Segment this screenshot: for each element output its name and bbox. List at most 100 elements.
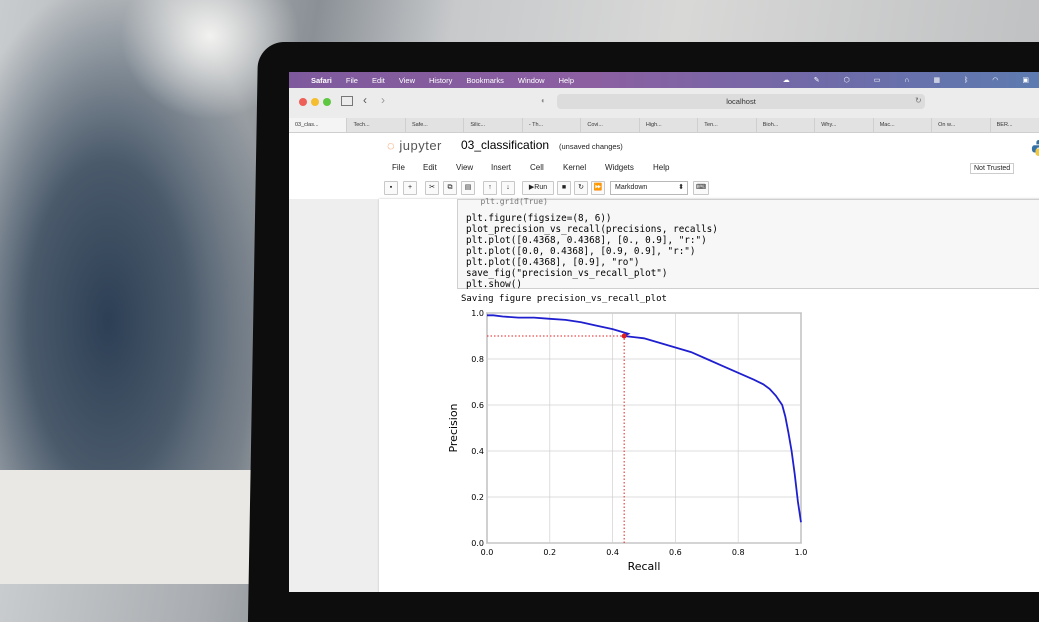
jmenu-edit[interactable]: Edit — [423, 163, 437, 172]
jmenu-kernel[interactable]: Kernel — [563, 163, 586, 172]
jupyter-toolbar: ▪ + ✂ ⧉ ▤ ↑ ↓ ▶Run ■ ↻ ⏩ Markdown ⬍ ⌨ — [289, 179, 1039, 197]
jupyter-logo[interactable]: ◌ jupyter — [387, 138, 442, 153]
copy-icon[interactable]: ⧉ — [443, 181, 457, 195]
code-cell[interactable]: plt.grid(True) plt.figure(figsize=(8, 6)… — [457, 197, 1039, 290]
jupyter-header: ◌ jupyter 03_classification (unsaved cha… — [289, 133, 1039, 159]
browser-tab[interactable]: Why... — [815, 118, 874, 132]
zoom-icon[interactable] — [323, 98, 331, 106]
jmenu-cell[interactable]: Cell — [530, 163, 544, 172]
browser-tab[interactable]: Safe... — [406, 118, 465, 132]
privacy-shield-icon[interactable]: ◐ — [541, 96, 546, 105]
menu-window[interactable]: Window — [518, 76, 545, 85]
browser-tab[interactable]: BER... — [991, 118, 1039, 132]
code-line-4: plt.plot([0.0, 0.4368], [0.9, 0.9], "r:"… — [466, 246, 696, 257]
forward-icon[interactable]: › — [381, 93, 385, 107]
run-label: Run — [534, 184, 548, 191]
plot-frame — [486, 312, 802, 544]
jmenu-insert[interactable]: Insert — [491, 163, 511, 172]
browser-tab[interactable]: Bioh... — [757, 118, 816, 132]
jupyter-logo-text: jupyter — [399, 138, 442, 153]
menu-safari[interactable]: Safari — [311, 76, 332, 85]
headphones-icon[interactable]: ∩ — [904, 77, 909, 84]
threshold-point — [621, 333, 627, 339]
browser-tab[interactable]: - Th... — [523, 118, 582, 132]
stop-icon[interactable]: ■ — [557, 181, 571, 195]
x-tick-label: 0.2 — [543, 548, 556, 557]
clock-icon[interactable]: ▣ — [1022, 76, 1029, 84]
browser-toolbar: ‹ › ◐ localhost ↻ — [289, 88, 1039, 119]
restart-icon[interactable]: ↻ — [574, 181, 588, 195]
shield-icon[interactable]: ⬡ — [844, 76, 850, 84]
close-icon[interactable] — [299, 98, 307, 106]
move-down-icon[interactable]: ↓ — [501, 181, 515, 195]
back-icon[interactable]: ‹ — [363, 93, 367, 107]
minimize-icon[interactable] — [311, 98, 319, 106]
y-tick-label: 0.0 — [471, 539, 484, 548]
x-axis-label: Recall — [628, 560, 661, 573]
notebook-name[interactable]: 03_classification — [461, 138, 549, 152]
run-button[interactable]: ▶Run — [522, 181, 554, 195]
sidebar-icon[interactable] — [341, 96, 353, 106]
menu-view[interactable]: View — [399, 76, 415, 85]
wifi-icon[interactable]: ◠ — [992, 76, 998, 84]
pen-icon[interactable]: ✎ — [814, 76, 820, 84]
address-bar[interactable]: localhost — [557, 94, 925, 109]
browser-tab[interactable]: Mac... — [874, 118, 933, 132]
precision-recall-chart: 0.0 0.2 0.4 0.6 0.8 1.0 0.0 0.2 0.4 0.6 0.8 1.0 Reca… — [447, 309, 808, 573]
save-icon[interactable]: ▪ — [384, 181, 398, 195]
paste-icon[interactable]: ▤ — [461, 181, 475, 195]
jmenu-widgets[interactable]: Widgets — [605, 163, 634, 172]
browser-tab[interactable]: 03_clas... — [289, 118, 348, 132]
move-up-icon[interactable]: ↑ — [483, 181, 497, 195]
cloud-icon[interactable]: ☁ — [783, 76, 790, 84]
reload-icon[interactable]: ↻ — [915, 96, 922, 105]
not-trusted-badge[interactable]: Not Trusted — [970, 163, 1015, 174]
status-icons: ☁ ✎ ⬡ ▭ ∩ ▦ ᛒ ◠ ▣ — [783, 72, 1039, 88]
fast-forward-icon[interactable]: ⏩ — [591, 181, 605, 195]
x-tick-label: 0.8 — [732, 548, 745, 557]
jmenu-view[interactable]: View — [456, 163, 473, 172]
code-line-5: plt.plot([0.4368], [0.9], "ro") — [466, 257, 640, 268]
notebook-area: plt.grid(True) plt.figure(figsize=(8, 6)… — [289, 197, 1039, 592]
y-tick-label: 0.2 — [471, 493, 484, 502]
chevron-down-icon: ⬍ — [678, 184, 684, 191]
code-line-1: plt.figure(figsize=(8, 6)) — [466, 213, 612, 224]
code-line-6: save_fig("precision_vs_recall_plot") — [466, 268, 668, 279]
menu-history[interactable]: History — [429, 76, 452, 85]
menu-edit[interactable]: Edit — [372, 76, 385, 85]
x-tick-label: 0.6 — [669, 548, 682, 557]
browser-tab[interactable]: High... — [640, 118, 699, 132]
browser-tab[interactable]: On w... — [932, 118, 991, 132]
macos-menubar: Safari File Edit View History Bookmarks … — [289, 72, 1039, 88]
cut-icon[interactable]: ✂ — [425, 181, 439, 195]
menu-bookmarks[interactable]: Bookmarks — [466, 76, 504, 85]
laptop-screen: Safari File Edit View History Bookmarks … — [289, 72, 1039, 592]
y-tick-label: 1.0 — [471, 309, 484, 318]
tab-bar: 03_clas... Tech... Safe... Silic... - Th... C… — [289, 118, 1039, 133]
cell-type-value: Markdown — [615, 184, 648, 191]
jupyter-menubar: File Edit View Insert Cell Kernel Widget… — [289, 159, 1039, 177]
y-tick-label: 0.8 — [471, 355, 484, 364]
menu-file[interactable]: File — [346, 76, 358, 85]
browser-tab[interactable]: Ten... — [698, 118, 757, 132]
jmenu-help[interactable]: Help — [653, 163, 669, 172]
x-tick-label: 0.4 — [606, 548, 619, 557]
browser-tab[interactable]: Tech... — [347, 118, 406, 132]
browser-tab[interactable]: Covi... — [581, 118, 640, 132]
x-tick-label: 1.0 — [795, 548, 808, 557]
bluetooth-icon[interactable]: ᛒ — [964, 77, 968, 84]
jmenu-file[interactable]: File — [392, 163, 405, 172]
add-cell-icon[interactable]: + — [403, 181, 417, 195]
battery-icon[interactable]: ▭ — [874, 76, 881, 84]
menu-help[interactable]: Help — [559, 76, 574, 85]
flag-icon[interactable]: ▦ — [933, 76, 940, 84]
y-tick-label: 0.6 — [471, 401, 484, 410]
save-status: (unsaved changes) — [559, 142, 623, 151]
notebook-page: plt.grid(True) plt.figure(figsize=(8, 6)… — [379, 197, 1039, 592]
keyboard-icon[interactable]: ⌨ — [693, 181, 709, 195]
code-line-7: plt.show() — [466, 279, 522, 290]
browser-tab[interactable]: Silic... — [464, 118, 523, 132]
python-logo-icon — [1031, 139, 1039, 157]
cell-type-select[interactable]: Markdown ⬍ — [610, 181, 688, 195]
y-axis-label: Precision — [447, 403, 460, 452]
